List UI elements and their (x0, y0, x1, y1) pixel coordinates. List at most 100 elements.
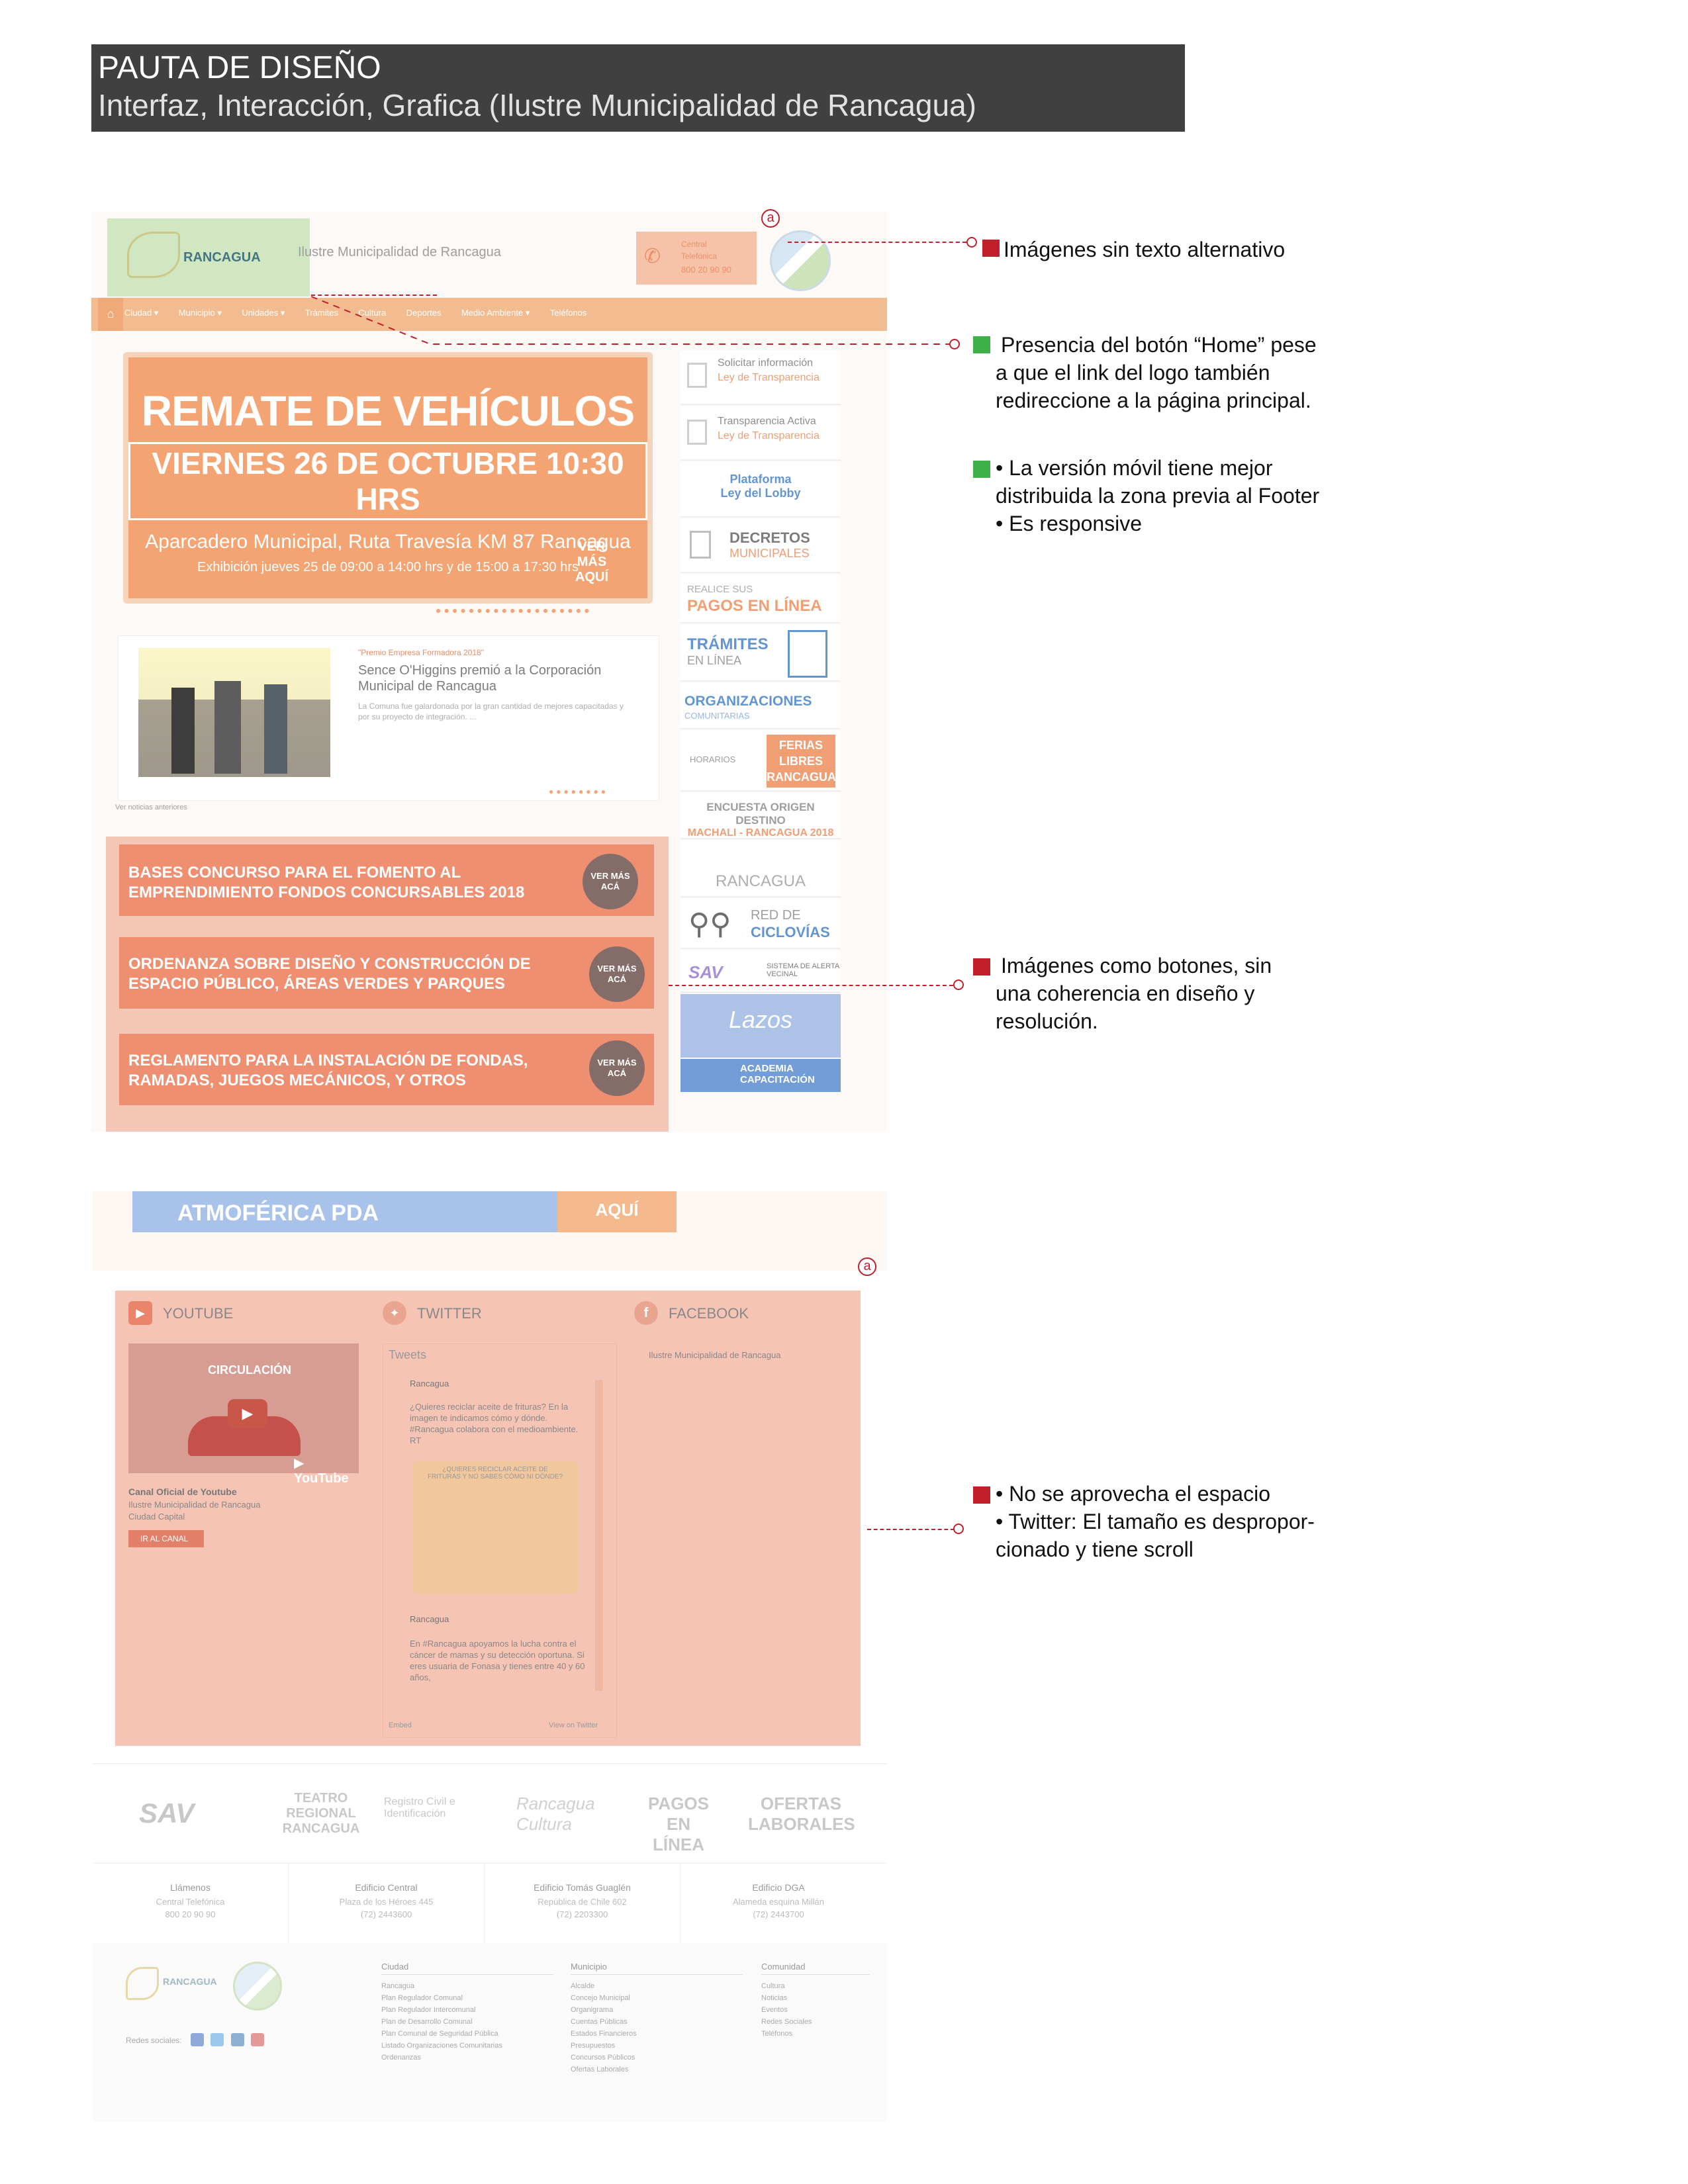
social-section-highlight: ▶ YOUTUBE CIRCULACIÓN ▶ ▶ YouTube Canal … (115, 1291, 861, 1746)
hero-banner[interactable]: REMATE DE VEHÍCULOS VIERNES 26 DE OCTUBR… (123, 352, 653, 604)
annotation-marker-red (973, 1486, 990, 1504)
facebook-page-name[interactable]: Ilustre Municipalidad de Rancagua (649, 1350, 780, 1360)
clipboard-icon (788, 630, 827, 678)
document-icon (690, 531, 711, 559)
banner-reglamento[interactable]: REGLAMENTO PARA LA INSTALACIÓN DE FONDAS… (119, 1034, 654, 1105)
annotation-image-buttons: Imágenes como botones, sin una coherenci… (996, 954, 1272, 1033)
hero-cta[interactable]: VER MÁS AQUÍ (565, 539, 618, 585)
play-icon[interactable]: ▶ (228, 1399, 267, 1428)
social-label: Redes sociales: (126, 2036, 182, 2045)
home-icon[interactable]: ⌂ (98, 298, 123, 331)
news-dots[interactable]: ●●●●●●●● (549, 787, 608, 796)
sidebar-item-sav[interactable]: SAV SISTEMA DE ALERTA VECINAL (680, 950, 841, 993)
facebook-icon[interactable] (191, 2033, 204, 2046)
sidebar-item-lobby[interactable]: Plataforma Ley del Lobby (680, 462, 841, 518)
partner-teatro[interactable]: TEATRO REGIONAL RANCAGUA (271, 1791, 371, 1837)
sidebar-item-academia[interactable]: ACADEMIA CAPACITACIÓN (680, 1059, 841, 1092)
annotation-home-button: Presencia del botón “Home” pese a que el… (996, 333, 1317, 412)
sidebar-item-ferias[interactable]: HORARIOS FERIAS LIBRES RANCAGUA (680, 731, 841, 792)
annotation-marker-green (973, 336, 990, 353)
facebook-label: FACEBOOK (669, 1305, 749, 1322)
sidebar-item-solicitar[interactable]: Solicitar información Ley de Transparenc… (680, 351, 841, 405)
partners-strip: SAV TEATRO REGIONAL RANCAGUA Registro Ci… (93, 1763, 887, 1861)
youtube-video[interactable]: CIRCULACIÓN ▶ ▶ YouTube (128, 1343, 359, 1486)
sidebar-item-transparencia[interactable]: Transparencia Activa Ley de Transparenci… (680, 406, 841, 461)
twitter-icon: ✦ (383, 1301, 406, 1325)
central-phone-box[interactable]: ✆ Central Telefónica 800 20 90 90 (636, 232, 757, 285)
sidebar-item-organizaciones[interactable]: ORGANIZACIONES COMUNITARIAS (680, 683, 841, 729)
ver-mas-button[interactable]: VER MÁS ACÁ (589, 1040, 645, 1096)
annotation-anchor-2 (949, 339, 960, 349)
banner-concurso[interactable]: BASES CONCURSO PARA EL FOMENTO AL EMPREN… (119, 844, 654, 916)
footer-social-icons (191, 2033, 268, 2050)
news-image (138, 648, 330, 777)
central-sub: Telefónica (681, 251, 718, 261)
annotation-social: • No se aprovecha el espacio • Twitter: … (996, 1482, 1315, 1561)
annotation-marker-red (973, 958, 990, 976)
marker-a-top: a (761, 209, 780, 228)
ver-mas-button[interactable]: VER MÁS ACÁ (583, 854, 638, 909)
municipal-seal (770, 230, 831, 291)
hero-date: VIERNES 26 DE OCTUBRE 10:30 HRS (128, 442, 647, 520)
news-card[interactable]: "Premio Empresa Formadora 2018" Sence O'… (118, 635, 659, 801)
sidebar-item-decretos[interactable]: DECRETOS MUNICIPALES (680, 519, 841, 573)
document-title: PAUTA DE DISEÑO (98, 50, 381, 85)
partner-registro-civil[interactable]: Registro Civil e Identificación (384, 1796, 496, 1820)
footer-seal (233, 1962, 282, 2011)
site-logo[interactable]: RANCAGUA (107, 218, 310, 296)
contact-llamenos: Llámenos Central Telefónica 800 20 90 90 (93, 1864, 289, 1943)
annotation-anchor-3 (953, 979, 964, 990)
logo-text: RANCAGUA (183, 250, 261, 265)
news-headline[interactable]: Sence O'Higgins premió a la Corporación … (358, 662, 636, 694)
twitter-scrollbar[interactable] (595, 1380, 603, 1691)
youtube-icon[interactable] (251, 2033, 265, 2046)
sidebar-item-caminar[interactable]: RANCAGUA (680, 841, 841, 897)
partner-cultura[interactable]: Rancagua Cultura (516, 1794, 616, 1835)
footer-logo[interactable]: RANCAGUA (126, 1964, 225, 2004)
nav-item-ciudad[interactable]: Ciudad ▾ (124, 308, 158, 318)
site-screenshot-bottom: ATMOFÉRICA PDA AQUÍ ▶ YOUTUBE CIRCULACIÓ… (93, 1191, 887, 2124)
annotation-leader-2 (310, 296, 953, 345)
nav-item-municipio[interactable]: Municipio ▾ (179, 308, 222, 318)
sidebar-item-encuesta[interactable]: ENCUESTA ORIGEN DESTINO MACHALI - RANCAG… (680, 793, 841, 839)
annotation-marker-green (973, 461, 990, 478)
twitter-timeline[interactable]: Tweets Rancagua ¿Quieres reciclar aceite… (383, 1343, 617, 1738)
annotation-leader-1 (788, 242, 966, 243)
banners-highlight: BASES CONCURSO PARA EL FOMENTO AL EMPREN… (106, 837, 669, 1132)
contacts-strip: Llámenos Central Telefónica 800 20 90 90… (93, 1862, 887, 1943)
annotation-leader-4 (867, 1529, 955, 1530)
document-header: PAUTA DE DISEÑO Interfaz, Interacción, G… (91, 44, 1185, 132)
youtube-icon: ▶ (128, 1301, 152, 1325)
nav-item-unidades[interactable]: Unidades ▾ (242, 308, 285, 318)
annotation-anchor-4 (953, 1524, 964, 1534)
twitter-label: TWITTER (417, 1305, 482, 1322)
contact-edificio-dga: Edificio DGA Alameda esquina Millán (72)… (732, 1882, 825, 1919)
sidebar-item-lazos[interactable]: Lazos (680, 994, 841, 1058)
annotation-anchor-1 (966, 237, 977, 248)
sidebar-item-tramites[interactable]: TRÁMITES EN LÍNEA (680, 625, 841, 682)
news-tag: "Premio Empresa Formadora 2018" (358, 648, 484, 657)
phone-icon: ✆ (644, 246, 661, 267)
partner-ofertas[interactable]: OFERTAS LABORALES (748, 1794, 855, 1835)
partner-sav[interactable]: SAV (139, 1797, 194, 1829)
contact-edificio-guaglen: Edificio Tomás Guaglén República de Chil… (485, 1864, 680, 1943)
footer-col-municipio: Municipio Alcalde Concejo Municipal Orga… (571, 1962, 743, 2075)
partner-pagos[interactable]: PAGOS EN LÍNEA (642, 1794, 715, 1855)
hero-carousel-dots[interactable]: ●●●●●●●●●●●●●●●●●●● (436, 605, 592, 615)
yt-channel-sub2: Ciudad Capital (128, 1512, 185, 1522)
all-news-link[interactable]: Ver noticias anteriores (115, 803, 187, 811)
document-icon (687, 420, 707, 445)
sidebar-item-pagos[interactable]: REALICE SUS PAGOS EN LÍNEA (680, 574, 841, 623)
sidebar-item-ciclovias[interactable]: ⚲⚲ RED DE CICLOVÍAS (680, 899, 841, 949)
pda-banner-area: ATMOFÉRICA PDA AQUÍ (93, 1191, 887, 1271)
yt-channel-sub1: Ilustre Municipalidad de Rancagua (128, 1500, 261, 1510)
ver-mas-button[interactable]: VER MÁS ACÁ (589, 946, 645, 1002)
twitter-icon[interactable] (211, 2033, 224, 2046)
annotation-marker-red (982, 240, 1000, 257)
document-subtitle: Interfaz, Interacción, Grafica (Ilustre … (98, 88, 976, 122)
pda-banner[interactable]: ATMOFÉRICA PDA AQUÍ (132, 1191, 677, 1232)
linkedin-icon[interactable] (230, 2033, 244, 2046)
banner-ordenanza[interactable]: ORDENANZA SOBRE DISEÑO Y CONSTRUCCIÓN DE… (119, 937, 654, 1009)
municipality-name: Ilustre Municipalidad de Rancagua (298, 245, 501, 259)
yt-channel-button[interactable]: IR AL CANAL (128, 1530, 204, 1547)
